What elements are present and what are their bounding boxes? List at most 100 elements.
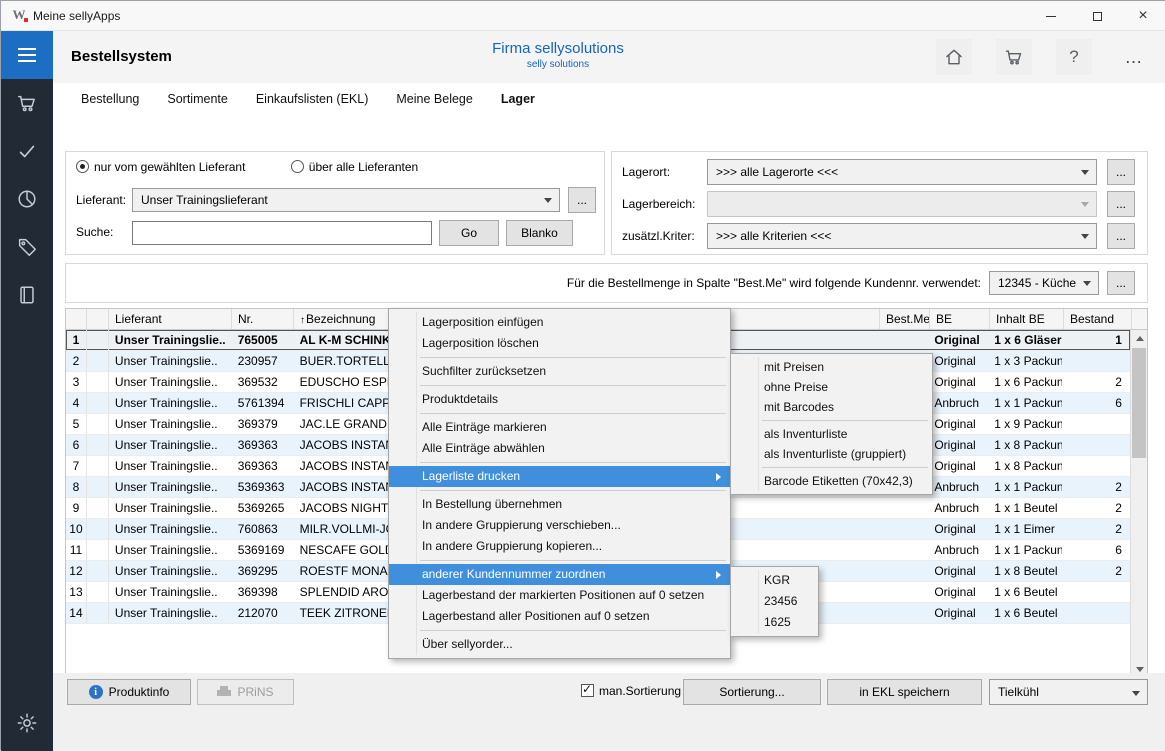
menu-item[interactable]: mit Barcodes <box>731 397 932 417</box>
cell-nr: 5369169 <box>232 540 294 560</box>
tab-sortimente[interactable]: Sortimente <box>167 92 227 106</box>
printer-icon <box>217 686 231 698</box>
menu-toggle-button[interactable] <box>1 31 53 79</box>
sidebar-item-labels[interactable] <box>1 223 53 271</box>
cart-button[interactable] <box>996 39 1032 75</box>
cell-bestand: 2 <box>1062 561 1130 581</box>
lagerbereich-more-button[interactable]: ... <box>1107 191 1135 217</box>
sidebar-item-catalog[interactable] <box>1 271 53 319</box>
home-button[interactable] <box>936 39 972 75</box>
menu-item[interactable]: Lagerposition löschen <box>389 333 730 354</box>
tielkuehl-select[interactable]: Tielkühl <box>989 679 1148 705</box>
menu-item[interactable]: ohne Preise <box>731 377 932 397</box>
sidebar-item-orders[interactable] <box>1 79 53 127</box>
menu-item[interactable]: In andere Gruppierung kopieren... <box>389 536 730 557</box>
cell-bestand: 2 <box>1062 477 1130 497</box>
prins-button: PRiNS <box>197 679 294 705</box>
blanko-button[interactable]: Blanko <box>506 220 573 246</box>
customer-number-more-button[interactable]: ... <box>1107 271 1135 295</box>
man-sortierung-label: man.Sortierung <box>599 684 681 698</box>
chevron-down-icon <box>1132 691 1140 696</box>
vertical-scroll-thumb[interactable] <box>1132 348 1146 458</box>
lieferant-select[interactable]: Unser Trainingslieferant <box>132 188 560 212</box>
cell-best_me <box>878 498 928 518</box>
vertical-scrollbar[interactable] <box>1130 330 1147 678</box>
column-header-marker[interactable] <box>87 309 109 329</box>
supplier-filter-group: nur vom gewählten Lieferant über alle Li… <box>65 151 605 255</box>
cell-be: Original <box>928 519 988 539</box>
lagerort-select[interactable]: >>> alle Lagerorte <<< <box>707 159 1097 185</box>
cell-lieferant: Unser Trainingslie.. <box>109 351 232 371</box>
cell-be: Original <box>928 414 988 434</box>
menu-item[interactable]: Alle Einträge markieren <box>389 417 730 438</box>
tab-bestellung[interactable]: Bestellung <box>81 92 139 106</box>
column-header-inhalt_be[interactable]: Inhalt BE <box>990 309 1064 329</box>
menu-item[interactable]: Barcode Etiketten (70x42,3) <box>731 471 932 491</box>
column-header-best_me[interactable]: Best.Me <box>880 309 930 329</box>
menu-item[interactable]: als Inventurliste (gruppiert) <box>731 444 932 464</box>
maximize-icon <box>1093 12 1102 21</box>
sidebar-item-statistics[interactable] <box>1 175 53 223</box>
sidebar-item-settings[interactable] <box>1 699 53 747</box>
tab-lager[interactable]: Lager <box>501 92 535 106</box>
customer-number-select[interactable]: 12345 - Küche <box>989 271 1099 295</box>
scroll-up-button[interactable] <box>1131 330 1148 347</box>
man-sortierung-checkbox[interactable] <box>581 684 594 697</box>
help-button[interactable]: ? <box>1056 39 1092 75</box>
sidebar-item-tasks[interactable] <box>1 127 53 175</box>
menu-item[interactable]: Lagerposition einfügen <box>389 312 730 333</box>
tab-einkaufslisten-ekl[interactable]: Einkaufslisten (EKL) <box>256 92 369 106</box>
more-options-button[interactable]: … <box>1116 39 1152 75</box>
maximize-button[interactable] <box>1074 1 1120 31</box>
search-input[interactable] <box>132 221 432 245</box>
man-sortierung-option[interactable]: man.Sortierung <box>581 684 681 698</box>
menu-item[interactable]: 1625 <box>731 612 818 633</box>
menu-item[interactable]: Alle Einträge abwählen <box>389 438 730 459</box>
window-title: Meine sellyApps <box>33 9 120 23</box>
cell-num: 13 <box>66 582 87 602</box>
produktinfo-button[interactable]: i Produktinfo <box>67 679 191 705</box>
cell-bestand <box>1062 414 1130 434</box>
company-title: Firma sellysolutions <box>433 40 683 57</box>
cell-nr: 369295 <box>232 561 294 581</box>
column-header-lieferant[interactable]: Lieferant <box>109 309 232 329</box>
radio-selected-supplier[interactable]: nur vom gewählten Lieferant <box>76 160 245 174</box>
lagerort-more-button[interactable]: ... <box>1107 159 1135 185</box>
kriterien-more-button[interactable]: ... <box>1107 223 1135 249</box>
cell-marker <box>87 519 109 539</box>
menu-item[interactable]: als Inventurliste <box>731 424 932 444</box>
radio-all-suppliers[interactable]: über alle Lieferanten <box>291 160 418 174</box>
menu-item[interactable]: Lagerliste drucken <box>389 466 730 487</box>
sortierung-button[interactable]: Sortierung... <box>683 679 821 705</box>
ekl-speichern-button[interactable]: in EKL speichern <box>827 679 982 705</box>
column-header-nr[interactable]: Nr. <box>232 309 294 329</box>
menu-item[interactable]: anderer Kundennummer zuordnen <box>389 564 730 585</box>
menu-item[interactable]: KGR <box>731 570 818 591</box>
minimize-button[interactable] <box>1028 1 1074 31</box>
customer-submenu: KGR234561625 <box>730 566 819 637</box>
menu-item[interactable]: Lagerbestand der markierten Positionen a… <box>389 585 730 606</box>
lieferant-more-button[interactable]: ... <box>568 187 596 213</box>
arrow-down-icon <box>1136 667 1144 672</box>
column-header-be[interactable]: BE <box>930 309 990 329</box>
menu-item[interactable]: 23456 <box>731 591 818 612</box>
column-header-num[interactable] <box>66 309 87 329</box>
go-button[interactable]: Go <box>439 220 499 246</box>
menu-item[interactable]: Suchfilter zurücksetzen <box>389 361 730 382</box>
cell-inhalt_be: 1 x 6 Gläser <box>988 330 1062 350</box>
menu-item[interactable]: In Bestellung übernehmen <box>389 494 730 515</box>
cell-inhalt_be: 1 x 1 Eimer <box>988 519 1062 539</box>
close-button[interactable]: × <box>1120 1 1165 31</box>
menu-item[interactable]: Lagerbestand aller Positionen auf 0 setz… <box>389 606 730 627</box>
menu-item[interactable]: mit Preisen <box>731 357 932 377</box>
menu-item[interactable]: In andere Gruppierung verschieben... <box>389 515 730 536</box>
menu-separator <box>762 467 928 468</box>
cell-marker <box>87 330 109 350</box>
window-controls: × <box>1028 1 1165 31</box>
menu-item[interactable]: Über sellyorder... <box>389 634 730 655</box>
column-header-bestand[interactable]: Bestand <box>1064 309 1132 329</box>
kriterien-select[interactable]: >>> alle Kriterien <<< <box>707 223 1097 249</box>
tab-meine-belege[interactable]: Meine Belege <box>396 92 472 106</box>
cell-best_me <box>878 519 928 539</box>
menu-item[interactable]: Produktdetails <box>389 389 730 410</box>
